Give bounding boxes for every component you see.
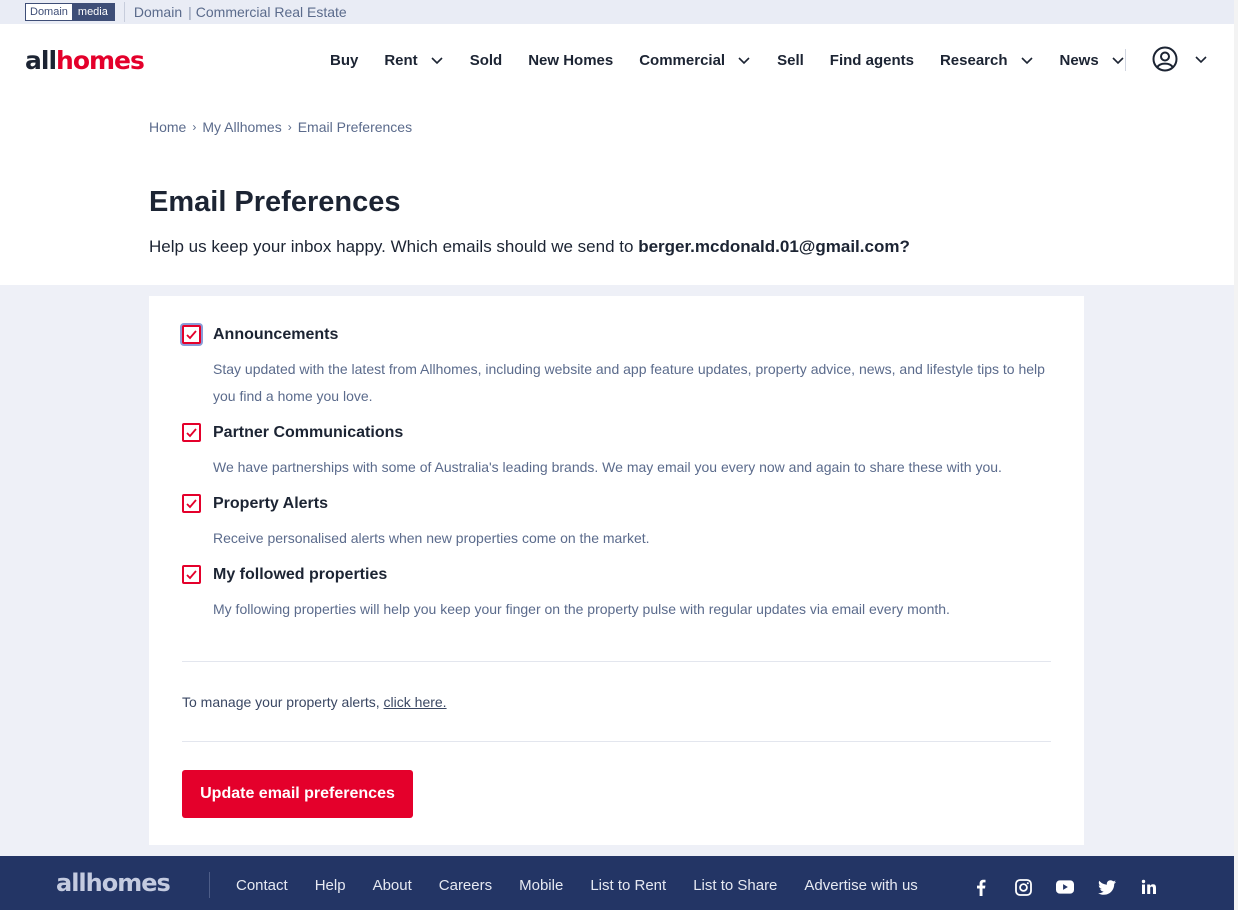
domain-media-logo[interactable]: Domain media (25, 3, 115, 21)
followed-properties-checkbox[interactable] (182, 565, 201, 584)
update-email-preferences-button[interactable]: Update email preferences (182, 770, 413, 818)
nav-news[interactable]: News (1060, 52, 1125, 69)
footer-link-advertise[interactable]: Advertise with us (804, 877, 917, 894)
nav-label: News (1059, 51, 1099, 69)
instagram-icon[interactable] (1014, 878, 1032, 896)
pref-title: My followed properties (213, 565, 388, 583)
pref-description: My following properties will help you ke… (213, 601, 950, 617)
manage-alerts-prefix: To manage your property alerts, (182, 694, 384, 710)
chevron-down-icon (1020, 57, 1033, 65)
announcements-checkbox[interactable] (182, 325, 201, 344)
section-divider (182, 741, 1051, 742)
nav-label: Rent (384, 51, 418, 69)
nav-sold[interactable]: Sold (470, 52, 503, 69)
pref-description: Receive personalised alerts when new pro… (213, 530, 650, 546)
pref-description: We have partnerships with some of Austra… (213, 459, 1002, 475)
pref-title: Partner Communications (213, 423, 404, 441)
footer-link-mobile[interactable]: Mobile (519, 877, 563, 894)
main-nav: Buy Rent Sold New Homes Commercial Sell … (330, 24, 1151, 96)
top-strip: Domain media Domain | Commercial Real Es… (0, 0, 1234, 24)
pref-description: Stay updated with the latest from Allhom… (213, 361, 1045, 404)
pref-partner-communications: Partner Communications We have partnersh… (182, 423, 1053, 481)
footer-link-help[interactable]: Help (315, 877, 346, 894)
footer-divider (209, 872, 210, 898)
chevron-down-icon (431, 57, 443, 65)
intro-text: Help us keep your inbox happy. Which ema… (149, 237, 910, 257)
nav-label: Find agents (829, 51, 914, 69)
nav-label: Research (939, 51, 1008, 69)
site-footer: allhomes Contact Help About Careers Mobi… (0, 856, 1234, 910)
linkedin-icon[interactable] (1140, 878, 1158, 896)
domain-media-logo-left: Domain (26, 4, 72, 20)
nav-label: New Homes (528, 51, 614, 69)
footer-link-contact[interactable]: Contact (236, 877, 288, 894)
nav-find-agents[interactable]: Find agents (830, 52, 914, 69)
footer-link-careers[interactable]: Careers (439, 877, 492, 894)
nav-commercial[interactable]: Commercial (639, 52, 751, 69)
allhomes-logo[interactable]: allhomes (25, 46, 145, 75)
scrollbar[interactable] (1234, 0, 1238, 910)
nav-new-homes[interactable]: New Homes (528, 52, 613, 69)
pref-announcements: Announcements Stay updated with the late… (182, 325, 1053, 410)
top-strip-pipe: | (188, 4, 192, 20)
intro-prefix: Help us keep your inbox happy. Which ema… (149, 237, 639, 256)
partner-communications-checkbox[interactable] (182, 423, 201, 442)
footer-logo[interactable]: allhomes (56, 869, 171, 897)
nav-label: Commercial (639, 51, 726, 69)
footer-link-list-to-rent[interactable]: List to Rent (590, 877, 666, 894)
nav-label: Sell (777, 51, 804, 69)
user-email: berger.mcdonald.01@gmail.com? (638, 237, 910, 256)
pref-title: Announcements (213, 325, 339, 343)
footer-links: Contact Help About Careers Mobile List t… (236, 877, 945, 894)
preferences-card: Announcements Stay updated with the late… (149, 296, 1084, 845)
check-icon (186, 498, 197, 508)
page-header: Home › My Allhomes › Email Preferences E… (0, 96, 1234, 285)
property-alerts-checkbox[interactable] (182, 494, 201, 513)
nav-label: Buy (330, 51, 359, 69)
social-links (972, 878, 1182, 896)
commercial-real-estate-link[interactable]: Commercial Real Estate (196, 4, 347, 20)
logo-all: all (25, 46, 57, 75)
site-header: allhomes Buy Rent Sold New Homes Commerc… (0, 24, 1234, 96)
manage-alerts-link[interactable]: click here. (384, 694, 447, 710)
pref-property-alerts: Property Alerts Receive personalised ale… (182, 494, 1053, 552)
nav-buy[interactable]: Buy (330, 52, 358, 69)
chevron-right-icon: › (192, 120, 197, 134)
top-strip-divider (123, 2, 125, 22)
chevron-right-icon: › (287, 120, 292, 134)
account-menu-button[interactable] (1152, 46, 1208, 72)
domain-link[interactable]: Domain (134, 4, 182, 20)
footer-link-list-to-share[interactable]: List to Share (693, 877, 777, 894)
check-icon (186, 569, 197, 579)
nav-research[interactable]: Research (940, 52, 1034, 69)
youtube-icon[interactable] (1056, 878, 1074, 896)
user-circle-icon (1152, 46, 1178, 72)
domain-media-logo-right: media (71, 4, 114, 20)
footer-link-about[interactable]: About (373, 877, 412, 894)
chevron-down-icon (738, 57, 750, 65)
breadcrumb: Home › My Allhomes › Email Preferences (149, 119, 412, 135)
nav-rent[interactable]: Rent (384, 52, 443, 69)
nav-divider (1125, 49, 1126, 71)
page-title: Email Preferences (149, 186, 401, 218)
chevron-down-icon (1112, 57, 1124, 65)
check-icon (186, 329, 197, 339)
check-icon (186, 427, 197, 437)
pref-title: Property Alerts (213, 494, 328, 512)
breadcrumb-my-allhomes[interactable]: My Allhomes (202, 119, 281, 135)
nav-sell[interactable]: Sell (777, 52, 804, 69)
pref-followed-properties: My followed properties My following prop… (182, 565, 1053, 623)
logo-homes: homes (56, 46, 145, 75)
chevron-down-icon (1195, 56, 1207, 64)
section-divider (182, 661, 1051, 662)
facebook-icon[interactable] (972, 878, 990, 896)
twitter-icon[interactable] (1098, 878, 1116, 896)
breadcrumb-home[interactable]: Home (149, 119, 186, 135)
manage-alerts-text: To manage your property alerts, click he… (182, 694, 447, 710)
breadcrumb-current: Email Preferences (297, 119, 413, 135)
nav-label: Sold (469, 51, 503, 69)
